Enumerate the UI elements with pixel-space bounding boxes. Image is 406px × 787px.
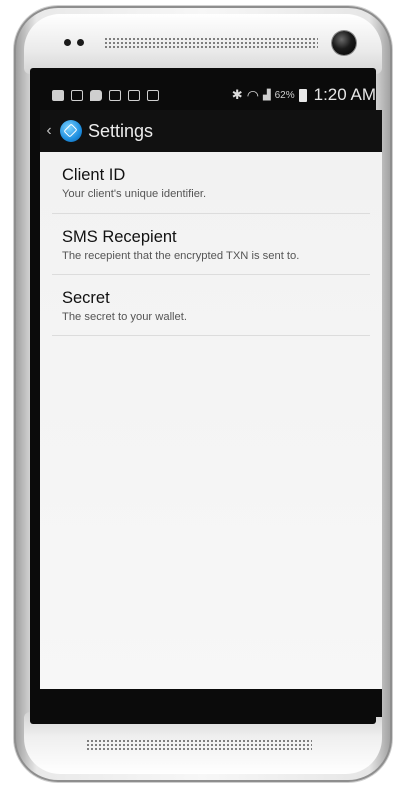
voicemail-icon [147, 89, 159, 101]
pref-summary: The recepient that the encrypted TXN is … [62, 250, 300, 262]
bluetooth-icon: ✱ [231, 87, 243, 102]
proximity-sensor [64, 39, 84, 46]
front-camera [332, 31, 356, 55]
pref-summary: Your client's unique identifier. [62, 188, 207, 200]
earpiece-speaker-grille [104, 37, 318, 48]
gallery-icon [71, 89, 83, 101]
action-bar: ‹ Settings [40, 110, 382, 152]
app-logo-icon[interactable] [60, 120, 82, 142]
wifi-icon: ◠ [246, 86, 259, 103]
clock: 1:20 AM [313, 85, 376, 104]
pref-title: Secret [62, 289, 110, 307]
status-indicators: ✱ ◠ ▟ 62% 1:20 AM [232, 85, 382, 105]
pref-summary: The secret to your wallet. [62, 311, 187, 323]
status-bar: ✱ ◠ ▟ 62% 1:20 AM [40, 83, 382, 107]
back-chevron-icon[interactable]: ‹ [42, 122, 56, 140]
bottom-speaker-grille [86, 739, 312, 750]
notification-icons [40, 89, 159, 101]
page-title: Settings [88, 120, 154, 141]
battery-percent: 62% [274, 89, 295, 101]
notification-icon [52, 89, 64, 101]
chat-icon [90, 89, 102, 101]
signal-icon: ▟ [262, 89, 271, 101]
messages-icon [109, 89, 121, 101]
pref-title: SMS Recepient [62, 228, 177, 246]
pref-title: Client ID [62, 166, 126, 184]
pref-item-client-id[interactable]: Client ID Your client's unique identifie… [52, 152, 370, 214]
pref-item-secret[interactable]: Secret The secret to your wallet. [52, 275, 370, 336]
pref-item-sms-recepient[interactable]: SMS Recepient The recepient that the enc… [52, 214, 370, 275]
mail-icon [128, 89, 140, 101]
battery-icon [298, 88, 307, 102]
navigation-area [40, 689, 382, 717]
settings-list: Client ID Your client's unique identifie… [40, 152, 382, 689]
